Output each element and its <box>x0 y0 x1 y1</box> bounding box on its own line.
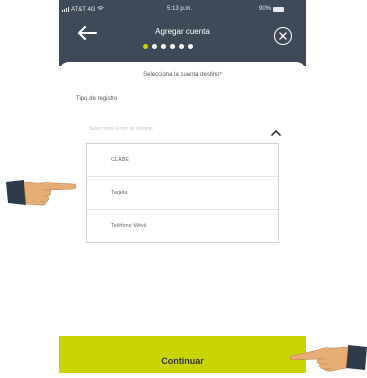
wifi-icon <box>97 6 105 13</box>
step-dot-1 <box>143 44 148 49</box>
step-dot-5 <box>179 44 184 49</box>
phone-screen: AT&T 4G 5:13 p.m. 90% Agregar cuenta Sel… <box>59 0 306 373</box>
header: AT&T 4G 5:13 p.m. 90% Agregar cuenta <box>59 0 306 66</box>
pointing-hand-icon <box>288 342 367 373</box>
page-title: Agregar cuenta <box>155 27 210 36</box>
dropdown-option-telefono[interactable]: Teléfono Móvil <box>87 210 278 243</box>
signal-icon <box>62 7 69 12</box>
dropdown-option-label: Tarjeta <box>111 190 128 196</box>
status-left: AT&T 4G <box>62 6 105 13</box>
registro-select[interactable]: Selecciona el tipo de destino <box>76 122 291 138</box>
step-dot-6 <box>188 44 193 49</box>
status-time: 5:13 p.m. <box>167 6 193 12</box>
step-dot-3 <box>161 44 166 49</box>
select-placeholder: Selecciona el tipo de destino <box>89 126 153 132</box>
dropdown-option-clabe[interactable]: CLABE <box>87 144 278 177</box>
step-dot-2 <box>152 44 157 49</box>
chevron-up-icon <box>271 124 281 142</box>
section-subtitle: Selecciona la cuenta destino* <box>143 72 222 78</box>
status-bar: AT&T 4G 5:13 p.m. 90% <box>59 2 306 16</box>
pointing-hand-icon <box>6 178 78 208</box>
continuar-button[interactable]: Continuar <box>59 336 306 373</box>
close-icon[interactable] <box>274 27 292 45</box>
dropdown-option-label: CLABE <box>111 157 130 163</box>
dropdown-menu: CLABE Tarjeta Teléfono Móvil <box>86 143 279 243</box>
dropdown-option-label: Teléfono Móvil <box>111 223 147 229</box>
continuar-label: Continuar <box>161 356 204 366</box>
step-indicator <box>143 44 193 49</box>
carrier-text: AT&T 4G <box>71 6 96 13</box>
battery-percent: 90% <box>259 6 272 12</box>
status-right: 90% <box>259 6 285 12</box>
dropdown-option-tarjeta[interactable]: Tarjeta <box>87 177 278 210</box>
step-dot-4 <box>170 44 175 49</box>
field-label: Tipo de registro <box>76 96 118 102</box>
battery-icon <box>273 6 285 12</box>
